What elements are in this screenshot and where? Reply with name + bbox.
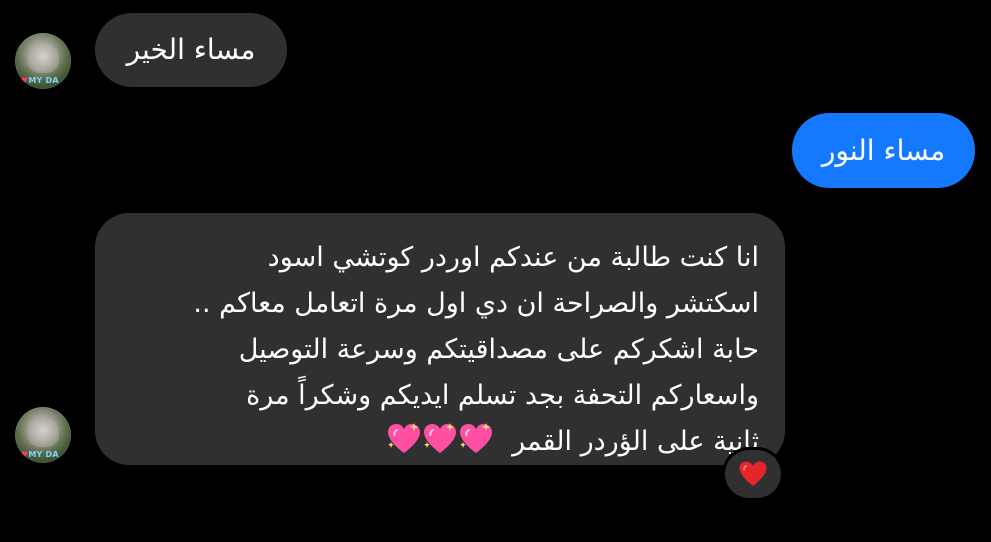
avatar-badge: ♥MY DA [21,450,59,459]
message-line-last: ثانية على الؤردر القمر [119,419,759,471]
avatar-badge: ♥MY DA [21,76,59,85]
message-line: حابة اشكركم على مصداقيتكم وسرعة التوصيل [238,334,759,365]
message-reaction[interactable] [725,450,781,498]
incoming-message-bubble[interactable]: انا كنت طالبة من عندكم اوردر كوتشي اسود … [95,213,785,465]
sparkling-heart-icon [459,423,492,453]
message-line-text: ثانية على الؤردر القمر [512,426,759,457]
message-line: انا كنت طالبة من عندكم اوردر كوتشي اسود [267,242,759,273]
avatar-photo [27,417,59,447]
message-line: واسعاركم التحفة بجد تسلم ايديكم وشكراً م… [246,380,759,411]
sparkling-heart-icon [423,423,456,453]
outgoing-message-bubble[interactable]: مساء النور [792,113,975,188]
message-text: مساء النور [821,134,946,167]
sparkling-heart-icon [387,423,420,453]
avatar-photo [27,43,59,73]
message-line: اسكتشر والصراحة ان دي اول مرة اتعامل معا… [193,288,759,319]
message-text: مساء الخير [126,33,256,66]
sender-avatar[interactable]: ♥MY DA [15,407,71,463]
red-heart-icon [739,461,767,486]
incoming-message-bubble[interactable]: مساء الخير [95,13,287,87]
sender-avatar[interactable]: ♥MY DA [15,33,71,89]
emoji-group [386,422,494,471]
